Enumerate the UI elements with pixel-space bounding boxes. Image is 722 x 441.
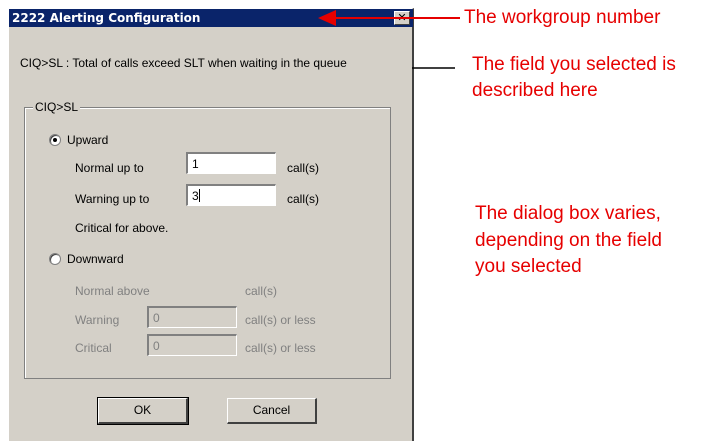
- field-annotation-line1: The field you selected is: [472, 54, 676, 75]
- varies-annotation-line2: depending on the field: [475, 230, 662, 251]
- varies-annotation-line1: The dialog box varies,: [475, 203, 661, 224]
- varies-annotation-line3: you selected: [475, 256, 582, 277]
- workgroup-arrow-head: [318, 10, 336, 26]
- field-annotation-line2: described here: [472, 80, 598, 101]
- workgroup-annotation: The workgroup number: [464, 7, 661, 28]
